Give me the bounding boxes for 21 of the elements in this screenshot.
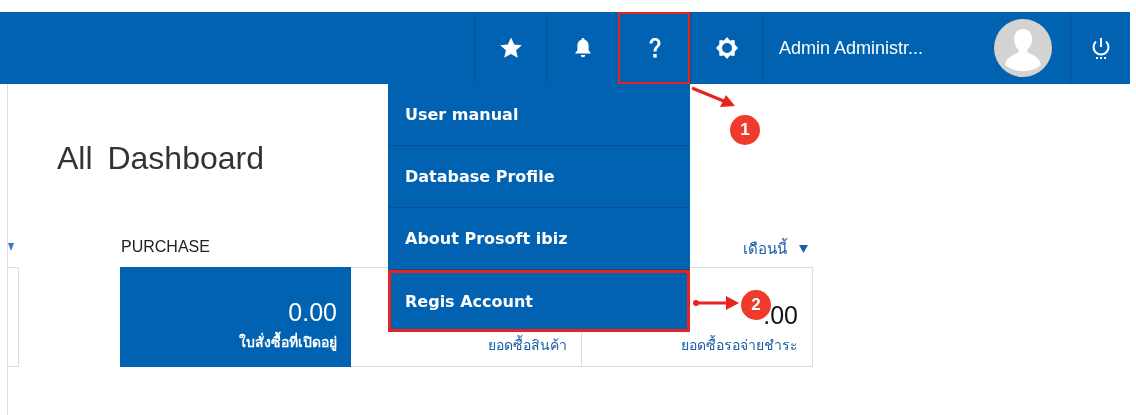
user-menu[interactable]: Admin Administr... [762,12,1070,84]
page-title: All Dashboard [57,139,264,177]
annotation-arrow [690,86,736,110]
user-name: Admin Administr... [779,37,924,59]
stat-label[interactable]: ยอดซื้อสินค้า [488,334,567,356]
stat-value: 0.00 [288,298,337,327]
star-icon [498,36,523,60]
caret-icon [799,245,808,253]
step-badge: 1 [730,115,760,145]
avatar-icon [994,19,1052,77]
menu-item[interactable]: Regis Account [388,270,690,332]
stat-label[interactable]: ใบสั่งซื้อที่เปิดอยู่ [239,331,337,353]
caret-icon [8,243,14,251]
gear-icon [714,36,739,60]
annotation-arrow [692,295,740,311]
step-badge: 2 [741,290,771,320]
stat-label[interactable]: ยอดซื้อรอจ่ายชำระ [681,334,798,356]
bell-icon [573,37,592,59]
period-dropdown[interactable]: เดือนนี้ [743,233,808,261]
power-icon [1090,36,1111,60]
help-icon [646,36,663,60]
